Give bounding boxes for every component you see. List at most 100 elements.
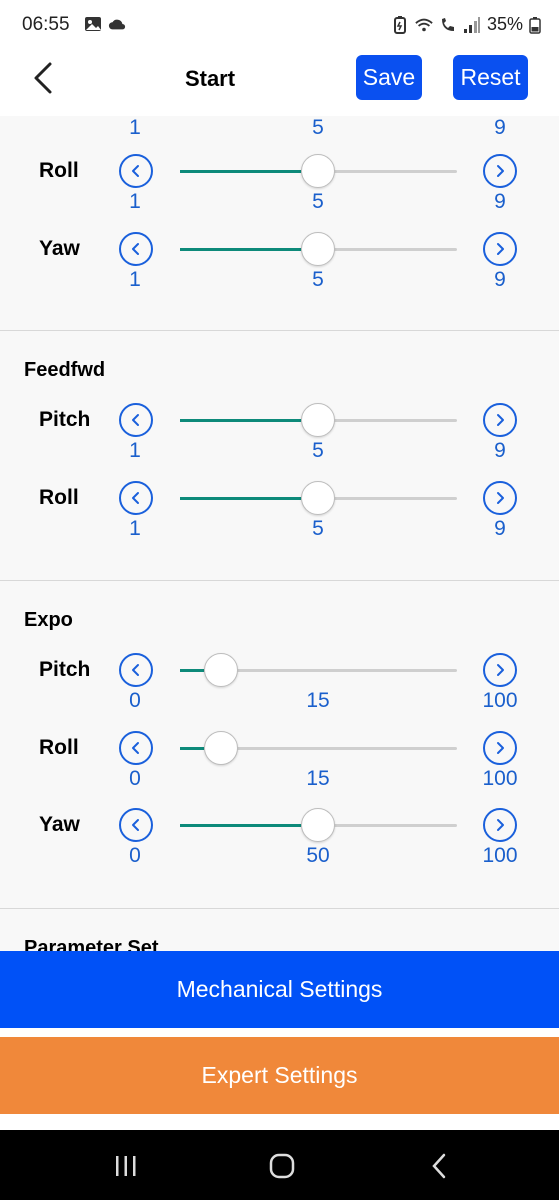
slider-thumb[interactable] — [301, 154, 335, 188]
system-nav-bar — [0, 1130, 559, 1200]
chevron-right-icon — [497, 242, 504, 255]
home-icon[interactable] — [266, 1150, 298, 1182]
increment-button[interactable] — [483, 808, 517, 842]
slider-label: Pitch — [39, 408, 91, 431]
decrement-button[interactable] — [119, 480, 153, 515]
slider-min-label: 1 — [129, 439, 141, 462]
slider-fill — [180, 419, 301, 422]
slider-track[interactable] — [180, 480, 457, 515]
slider-label: Roll — [39, 485, 79, 509]
recent-apps-icon[interactable] — [110, 1150, 142, 1182]
battery-saver-icon — [393, 15, 406, 34]
slider-fill — [180, 170, 301, 173]
bottom-spacer — [0, 1114, 559, 1130]
slider-max-label: 100 — [482, 766, 518, 790]
slider-thumb[interactable] — [301, 480, 335, 515]
decrement-button[interactable] — [119, 808, 153, 842]
slider-label: Roll — [39, 735, 79, 759]
slider-min-label: 0 — [129, 766, 141, 790]
decrement-button[interactable] — [119, 653, 153, 687]
section-parameter-set: Parameter Set — [0, 909, 559, 952]
signal-icon — [463, 16, 480, 33]
slider-track[interactable] — [180, 653, 457, 687]
decrement-button[interactable] — [119, 403, 153, 437]
slider-max-label: 100 — [482, 844, 518, 867]
decrement-button[interactable] — [119, 231, 153, 266]
slider-thumb[interactable] — [204, 653, 238, 687]
slider-label: Pitch — [39, 658, 91, 681]
battery-icon — [529, 16, 541, 34]
slider-max-label: 9 — [494, 267, 506, 291]
expert-settings-button[interactable]: Expert Settings — [0, 1037, 559, 1114]
increment-button[interactable] — [483, 653, 517, 687]
slider-fill — [180, 496, 301, 500]
slider-value-label: 5 — [312, 190, 324, 213]
increment-button[interactable] — [483, 480, 517, 515]
slider-min-label: 1 — [129, 267, 141, 291]
cloud-icon — [108, 19, 126, 30]
slider-label: Yaw — [39, 813, 80, 836]
slider-max-label: 9 — [494, 439, 506, 462]
reset-button[interactable]: Reset — [453, 55, 528, 100]
increment-button[interactable] — [483, 403, 517, 437]
decrement-button[interactable] — [119, 154, 153, 188]
wifi-call-icon — [441, 17, 454, 31]
slider-row-yaw: Yaw 0 50 100 — [0, 808, 559, 886]
section-title: Feedfwd — [24, 359, 106, 381]
chevron-right-icon — [497, 664, 504, 676]
slider-max-label: 9 — [494, 190, 506, 213]
chevron-left-icon — [132, 819, 139, 831]
slider-min-label: 1 — [129, 190, 141, 213]
section-title: Parameter Set — [24, 937, 159, 952]
chevron-right-icon — [497, 741, 504, 754]
slider-track[interactable] — [180, 808, 457, 842]
slider-row-pitch: Pitch 1 5 9 — [0, 403, 559, 481]
slider-fill — [180, 746, 204, 750]
slider-thumb[interactable] — [204, 730, 238, 765]
slider-min-label: 1 — [129, 516, 141, 540]
slider-min-label: 0 — [129, 844, 141, 867]
slider-value-label: 15 — [306, 766, 330, 790]
slider-value-label: 5 — [312, 439, 324, 462]
section-feedfwd: Feedfwd Pitch 1 5 9 Roll 1 5 9 — [0, 331, 559, 581]
settings-scroll-area[interactable]: 1 5 9 Roll 1 5 9 Yaw 1 5 9 Feedfwd Pitch 1 5 9 Roll 1 5… — [0, 116, 559, 952]
slider-row-pitch: Pitch 0 15 100 — [0, 653, 559, 731]
slider-thumb[interactable] — [301, 231, 335, 266]
status-time: 06:55 — [22, 14, 70, 35]
slider-value-label: 15 — [306, 689, 330, 712]
increment-button[interactable] — [483, 730, 517, 765]
slider-fill — [180, 824, 301, 827]
chevron-right-icon — [497, 491, 504, 504]
slider-min-label: 0 — [129, 689, 141, 712]
save-button[interactable]: Save — [356, 55, 422, 100]
increment-button[interactable] — [483, 154, 517, 188]
slider-thumb[interactable] — [301, 403, 335, 437]
slider-row-roll: Roll 1 5 9 — [0, 480, 559, 559]
slider-fill — [180, 669, 204, 672]
chevron-right-icon — [497, 819, 504, 831]
chevron-left-icon — [132, 414, 139, 426]
increment-button[interactable] — [483, 231, 517, 266]
slider-track[interactable] — [180, 730, 457, 765]
slider-row-roll: Roll 0 15 100 — [0, 730, 559, 809]
slider-track[interactable] — [180, 154, 457, 188]
slider-max-label: 100 — [482, 689, 518, 712]
back-icon[interactable] — [424, 1150, 456, 1182]
wifi-icon — [415, 18, 433, 31]
slider-max-label: 9 — [494, 516, 506, 540]
chevron-left-icon — [132, 664, 139, 676]
slider-label: Yaw — [39, 236, 80, 260]
slider-thumb[interactable] — [301, 808, 335, 842]
decrement-button[interactable] — [119, 730, 153, 765]
status-bar: 06:55 35% — [0, 0, 559, 50]
slider-fill — [180, 247, 301, 251]
slider-track[interactable] — [180, 403, 457, 437]
slider-track[interactable] — [180, 231, 457, 266]
section-expo: Expo Pitch 0 15 100 Roll 0 15 100 Yaw 0 50 100 — [0, 581, 559, 909]
mechanical-settings-button[interactable]: Mechanical Settings — [0, 951, 559, 1028]
image-icon — [85, 17, 101, 31]
chevron-right-icon — [497, 414, 504, 426]
slider-value-label: 5 — [312, 267, 324, 291]
slider-value-label: 50 — [306, 844, 330, 867]
slider-value-label: 5 — [312, 516, 324, 540]
